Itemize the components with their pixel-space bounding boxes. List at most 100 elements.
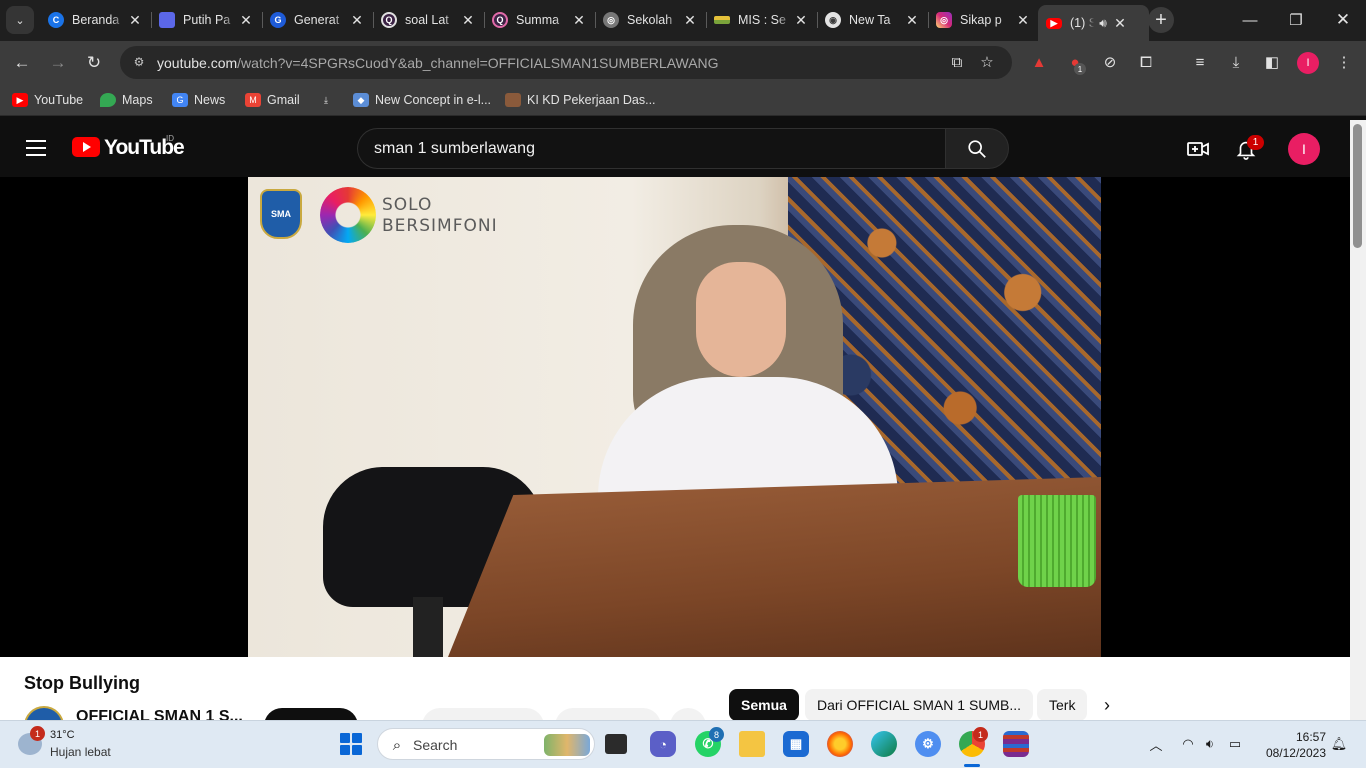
download-icon[interactable]: ⤓ — [1225, 51, 1247, 73]
plus-icon: + — [1155, 8, 1167, 31]
tab-mis[interactable]: MIS : Se ✕ — [706, 5, 817, 35]
wifi-icon[interactable]: ◠ — [1179, 735, 1197, 753]
weather-temperature[interactable]: 31°C — [50, 729, 75, 741]
chevron-up-icon[interactable]: ︿ — [1147, 735, 1165, 753]
close-icon[interactable]: ✕ — [1015, 12, 1031, 29]
side-panel-icon[interactable]: ◧ — [1261, 51, 1283, 73]
tab-beranda[interactable]: C Beranda ✕ — [40, 5, 151, 35]
c-circle-icon: C — [48, 12, 64, 28]
tab-generat[interactable]: G Generat ✕ — [262, 5, 373, 35]
address-bar[interactable]: ⚙ youtube.com/watch?v=4SPGRsCuodY&ab_cha… — [120, 46, 1012, 79]
close-icon[interactable]: ✕ — [904, 12, 920, 29]
youtube-logo-icon[interactable] — [72, 137, 100, 157]
windows-start-icon[interactable] — [340, 733, 362, 755]
news-icon: G — [172, 93, 188, 107]
close-icon[interactable]: ✕ — [571, 12, 587, 29]
tab-new-tab[interactable]: ◉ New Ta ✕ — [817, 5, 928, 35]
winrar-icon[interactable] — [1003, 731, 1029, 757]
file-explorer-icon[interactable] — [739, 731, 765, 757]
kebab-menu-icon[interactable]: ⋮ — [1333, 51, 1355, 73]
back-button[interactable]: ← — [8, 49, 36, 77]
search-input[interactable]: sman 1 sumberlawang — [357, 128, 946, 169]
search-icon: ⌕ — [392, 736, 402, 754]
weather-badge: 1 — [30, 726, 45, 741]
mendeley-extension-icon[interactable]: ▲ — [1028, 51, 1050, 73]
tab-search-dropdown[interactable]: ⌄ — [6, 6, 34, 34]
bookmark-youtube[interactable]: ▶ YouTube — [12, 91, 83, 109]
maps-pin-icon — [100, 93, 116, 107]
hamburger-menu-icon[interactable] — [26, 140, 46, 156]
weather-description[interactable]: Hujan lebat — [50, 745, 111, 759]
notification-bell-icon[interactable]: 🔔︎ — [1330, 735, 1348, 753]
instagram-icon: ◎ — [936, 12, 952, 28]
site-info-icon[interactable]: ⚙ — [130, 53, 148, 71]
person-face — [696, 262, 786, 377]
youtube-account-avatar[interactable]: I — [1288, 133, 1320, 165]
reload-button[interactable]: ↻ — [80, 49, 108, 77]
forward-button[interactable]: → — [44, 49, 72, 77]
close-icon[interactable]: ✕ — [460, 12, 476, 29]
browser-profile-avatar[interactable]: I — [1297, 52, 1319, 74]
install-app-icon[interactable]: ⧉ — [946, 51, 968, 73]
chrome-active-indicator — [964, 764, 980, 767]
taskbar-search[interactable]: ⌕ Search — [377, 728, 595, 760]
wooden-table — [448, 477, 1101, 657]
url-text[interactable]: youtube.com/watch?v=4SPGRsCuodY&ab_chann… — [157, 55, 719, 71]
teams-chat-icon[interactable]: ◔ — [650, 731, 676, 757]
chip-related[interactable]: Terk — [1037, 689, 1087, 721]
school-crest-logo: SMA — [260, 189, 302, 239]
chip-from-channel[interactable]: Dari OFFICIAL SMAN 1 SUMB... — [805, 689, 1034, 721]
task-view-icon[interactable] — [605, 734, 627, 754]
tab-putih[interactable]: Putih Pa ✕ — [151, 5, 262, 35]
media-controls-icon[interactable]: ≡ — [1189, 51, 1211, 73]
close-window-button[interactable]: ✕ — [1331, 8, 1355, 32]
chrome-icon: ◉ — [825, 12, 841, 28]
chevron-right-icon[interactable]: › — [1096, 694, 1118, 716]
search-highlight-art — [544, 734, 590, 756]
youtube-icon: ▶ — [1046, 17, 1062, 29]
edge-icon[interactable] — [871, 731, 897, 757]
scrollbar-thumb[interactable] — [1353, 124, 1362, 248]
download-icon: ⤓ — [324, 94, 328, 105]
microsoft-store-icon[interactable]: ▦ — [783, 731, 809, 757]
bookmark-gmail[interactable]: M Gmail — [245, 91, 300, 109]
video-frame[interactable]: SMA SOLO BERSIMFONI — [248, 177, 1101, 657]
blocker-extension-icon[interactable]: ⊘ — [1099, 51, 1121, 73]
search-button[interactable] — [945, 128, 1009, 169]
arrow-left-icon: ← — [13, 53, 31, 72]
tab-youtube-active[interactable]: ▶ (1) S 🔊︎ ✕ — [1038, 5, 1149, 41]
bookmark-maps[interactable]: Maps — [100, 91, 153, 109]
tab-summa[interactable]: Q Summa ✕ — [484, 5, 595, 35]
bookmark-ki-kd[interactable]: KI KD Pekerjaan Das... — [505, 91, 656, 109]
bookmark-star-icon[interactable]: ☆ — [976, 51, 998, 73]
puzzle-icon[interactable]: ⧠ — [1135, 51, 1157, 73]
system-clock[interactable]: 16:57 08/12/2023 — [1254, 729, 1326, 761]
bookmark-download[interactable]: ⤓ — [318, 91, 340, 109]
firefox-icon[interactable] — [827, 731, 853, 757]
close-icon[interactable]: ✕ — [793, 12, 809, 29]
bookmark-news[interactable]: G News — [172, 91, 225, 109]
volume-icon[interactable]: 🔉︎ — [1201, 735, 1219, 753]
close-icon[interactable]: ✕ — [238, 12, 254, 29]
close-icon[interactable]: ✕ — [682, 12, 698, 29]
battery-icon[interactable]: ▭ — [1226, 735, 1244, 753]
new-tab-button[interactable]: + — [1148, 7, 1174, 33]
tab-sekolah[interactable]: ◎ Sekolah ✕ — [595, 5, 706, 35]
close-icon[interactable]: ✕ — [1112, 15, 1128, 32]
tab-sikap[interactable]: ◎ Sikap p ✕ — [928, 5, 1039, 35]
chip-semua[interactable]: Semua — [729, 689, 799, 721]
close-icon[interactable]: ✕ — [349, 12, 365, 29]
create-video-button[interactable] — [1185, 136, 1211, 162]
speaker-icon[interactable]: 🔊︎ — [1094, 16, 1112, 31]
reload-icon: ↻ — [86, 53, 102, 72]
restore-button[interactable]: ❐ — [1284, 8, 1308, 32]
q-icon: Q — [492, 12, 508, 28]
bookmark-new-concept[interactable]: ◆ New Concept in e-l... — [353, 91, 491, 109]
close-icon[interactable]: ✕ — [127, 12, 143, 29]
minimize-button[interactable]: — — [1238, 8, 1262, 32]
extension-badge: 1 — [1074, 63, 1086, 75]
video-title: Stop Bullying — [24, 673, 140, 693]
youtube-icon: ▶ — [12, 93, 28, 107]
control-panel-icon[interactable]: ⚙ — [915, 731, 941, 757]
tab-soal-lat[interactable]: Q soal Lat ✕ — [373, 5, 484, 35]
